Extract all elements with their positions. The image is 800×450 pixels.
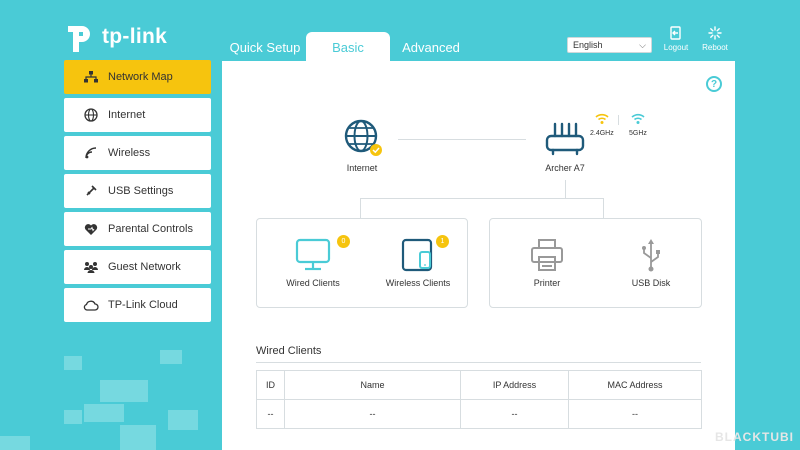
printer-button[interactable]: Printer bbox=[502, 238, 592, 288]
sidebar-item-wireless[interactable]: Wireless bbox=[64, 136, 211, 170]
table-header-row: ID Name IP Address MAC Address bbox=[256, 370, 702, 400]
section-divider bbox=[256, 362, 701, 363]
logout-label: Logout bbox=[663, 43, 689, 52]
usb-disk-label: USB Disk bbox=[631, 278, 671, 288]
connection-line bbox=[398, 139, 526, 140]
heart-icon bbox=[82, 220, 100, 238]
column-header-mac: MAC Address bbox=[568, 370, 702, 400]
usb-settings-icon bbox=[82, 182, 100, 200]
guest-icon bbox=[82, 258, 100, 276]
usb-icon bbox=[642, 239, 660, 272]
connection-line bbox=[565, 180, 566, 198]
wifi-24ghz-icon bbox=[595, 113, 609, 124]
band-24-label: 2.4GHz bbox=[590, 130, 614, 137]
reboot-label: Reboot bbox=[702, 43, 728, 52]
watermark: BLACKTUBI bbox=[715, 430, 794, 444]
sidebar-item-label: Network Map bbox=[108, 71, 173, 83]
printer-label: Printer bbox=[533, 278, 561, 288]
sidebar-item-label: Internet bbox=[108, 109, 146, 121]
router-icon[interactable] bbox=[545, 122, 585, 156]
router-label: Archer A7 bbox=[545, 163, 585, 173]
sidebar-item-label: Parental Controls bbox=[108, 223, 193, 235]
help-icon[interactable]: ? bbox=[706, 76, 722, 92]
wireless-clients-label: Wireless Clients bbox=[385, 278, 451, 288]
sidebar-item-usb-settings[interactable]: USB Settings bbox=[64, 174, 211, 208]
decor-square bbox=[64, 356, 82, 370]
table-row: -- -- -- -- bbox=[256, 399, 702, 429]
column-header-id: ID bbox=[256, 370, 285, 400]
sidebar-item-parental-controls[interactable]: Parental Controls bbox=[64, 212, 211, 246]
connection-line bbox=[603, 198, 604, 218]
cell-ip: -- bbox=[460, 399, 569, 429]
tp-link-logo-icon bbox=[68, 26, 90, 52]
chevron-down-icon: ⌵ bbox=[639, 40, 646, 50]
sidebar-item-label: USB Settings bbox=[108, 185, 174, 197]
connection-line bbox=[360, 198, 604, 199]
sidebar-item-label: TP-Link Cloud bbox=[108, 299, 178, 311]
decor-square bbox=[168, 410, 198, 430]
wifi-icon bbox=[82, 144, 100, 162]
wired-clients-label: Wired Clients bbox=[286, 278, 340, 288]
sidebar-item-tp-link-cloud[interactable]: TP-Link Cloud bbox=[64, 288, 211, 322]
sidebar-item-label: Guest Network bbox=[108, 261, 181, 273]
column-header-ip: IP Address bbox=[460, 370, 569, 400]
printer-icon bbox=[531, 239, 563, 271]
language-select[interactable]: English ⌵ bbox=[567, 37, 652, 53]
logout-button[interactable]: Logout bbox=[656, 26, 696, 52]
logo-text: tp-link bbox=[102, 25, 168, 48]
decor-square bbox=[160, 350, 182, 364]
decor-square bbox=[0, 436, 30, 450]
wifi-5ghz-icon bbox=[631, 113, 645, 124]
cell-id: -- bbox=[256, 399, 285, 429]
band-divider bbox=[618, 115, 619, 125]
wireless-clients-count: 1 bbox=[436, 235, 449, 248]
wired-clients-title: Wired Clients bbox=[256, 345, 322, 357]
wired-clients-count: 0 bbox=[337, 235, 350, 248]
reboot-button[interactable]: Reboot bbox=[695, 26, 735, 52]
logout-icon bbox=[670, 26, 681, 40]
sidebar-item-network-map[interactable]: Network Map bbox=[64, 60, 211, 94]
decor-square bbox=[100, 380, 148, 402]
sidebar-item-internet[interactable]: Internet bbox=[64, 98, 211, 132]
language-value: English bbox=[573, 40, 603, 50]
decor-square bbox=[84, 404, 124, 422]
wireless-clients-button[interactable]: Wireless Clients bbox=[373, 238, 463, 288]
cloud-icon bbox=[82, 296, 100, 314]
cell-mac: -- bbox=[568, 399, 702, 429]
connection-line bbox=[360, 198, 361, 218]
globe-icon bbox=[82, 106, 100, 124]
network-map-icon bbox=[82, 68, 100, 86]
decor-square bbox=[64, 410, 82, 424]
sidebar-item-guest-network[interactable]: Guest Network bbox=[64, 250, 211, 284]
internet-node-icon[interactable] bbox=[343, 118, 383, 158]
monitor-icon bbox=[295, 238, 331, 271]
tablet-phone-icon bbox=[401, 238, 433, 272]
decor-square bbox=[120, 425, 156, 450]
column-header-name: Name bbox=[284, 370, 461, 400]
tp-link-logo: tp-link bbox=[64, 20, 167, 54]
wired-clients-table: ID Name IP Address MAC Address -- -- -- … bbox=[256, 370, 702, 429]
tab-advanced[interactable]: Advanced bbox=[396, 32, 466, 62]
usb-disk-button[interactable]: USB Disk bbox=[606, 238, 696, 288]
reboot-icon bbox=[708, 26, 722, 40]
tab-basic[interactable]: Basic bbox=[306, 32, 390, 62]
tab-quick-setup[interactable]: Quick Setup bbox=[226, 32, 304, 62]
sidebar-item-label: Wireless bbox=[108, 147, 151, 159]
cell-name: -- bbox=[284, 399, 461, 429]
band-5-label: 5GHz bbox=[629, 130, 647, 137]
internet-label: Internet bbox=[346, 163, 378, 173]
